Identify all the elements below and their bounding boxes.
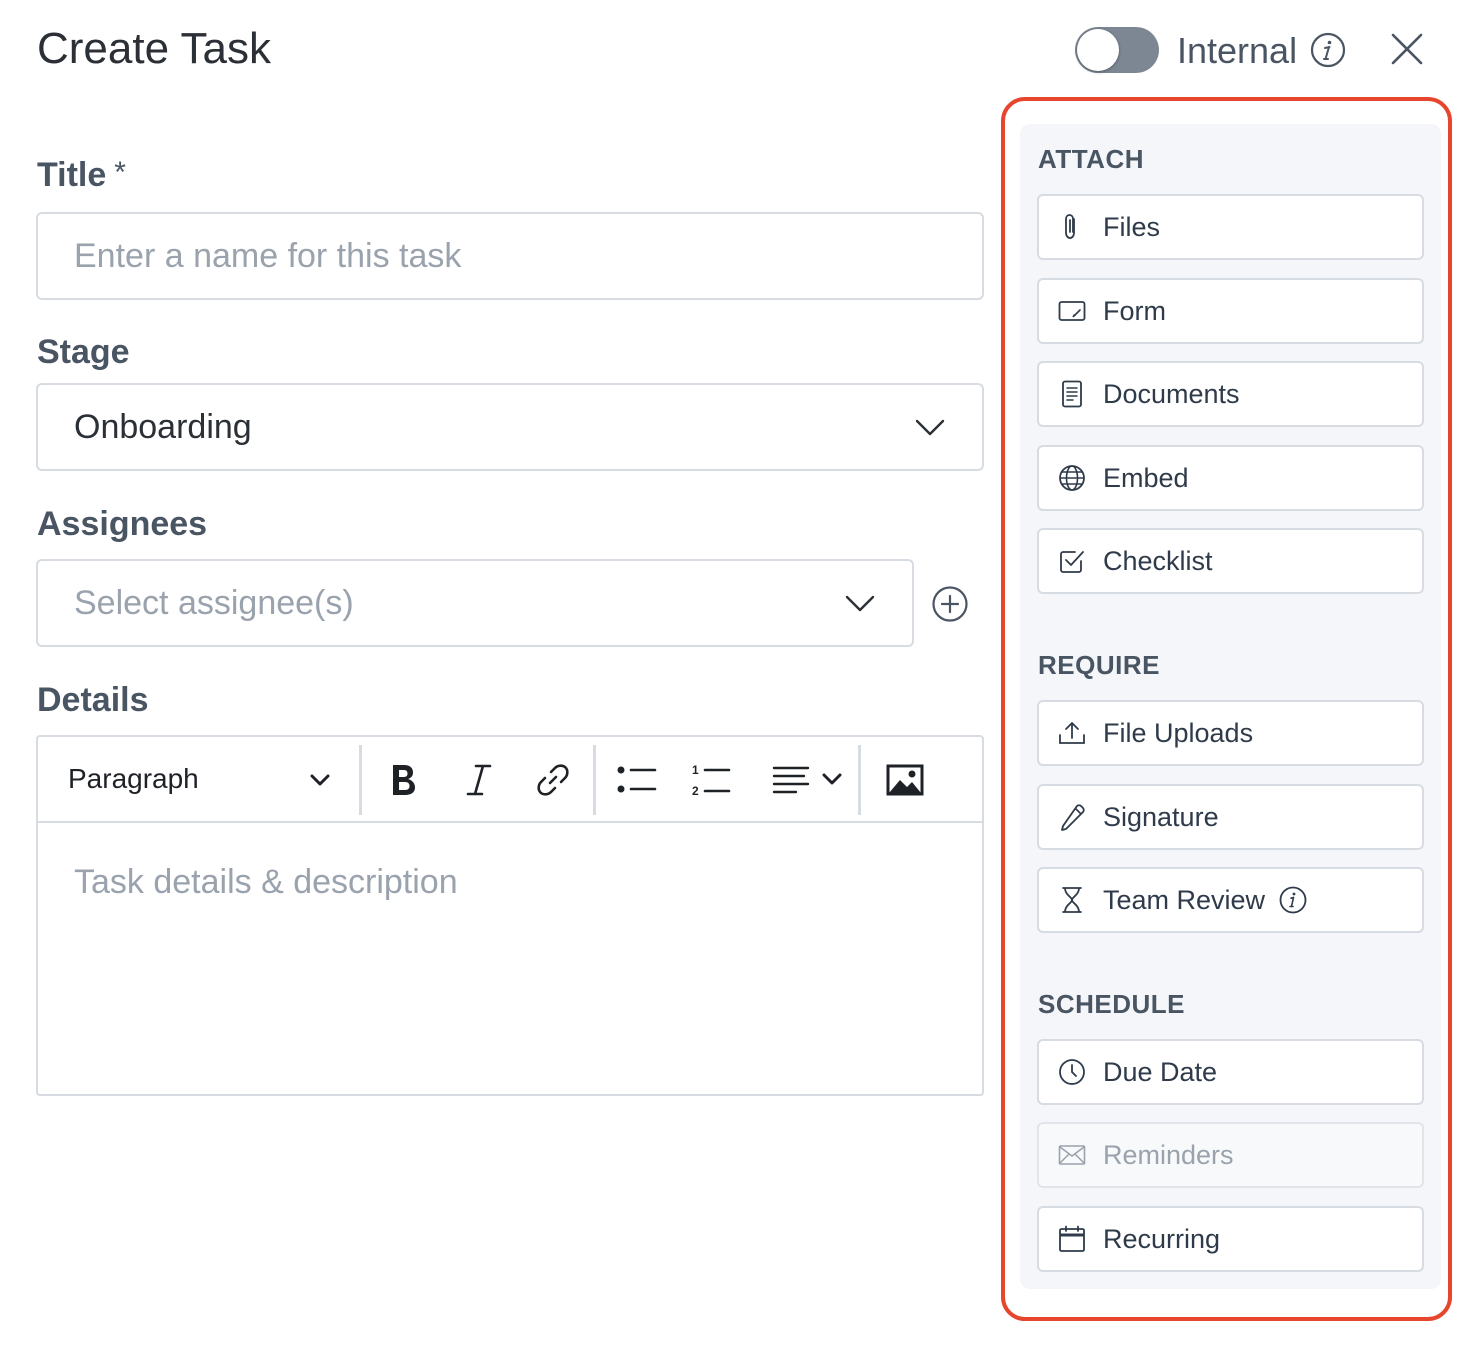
stage-select[interactable]: Onboarding (36, 383, 984, 471)
pen-icon (1057, 802, 1087, 832)
option-label: Checklist (1103, 545, 1213, 576)
option-label: Files (1103, 211, 1161, 242)
editor-toolbar: Paragraph 1 2 (38, 737, 982, 823)
envelope-icon (1057, 1140, 1087, 1170)
option-label: Due Date (1103, 1056, 1218, 1087)
toolbar-divider (593, 745, 596, 815)
link-button[interactable] (528, 757, 578, 803)
image-icon (886, 764, 924, 796)
title-input-placeholder: Enter a name for this task (74, 236, 462, 275)
insert-image-button[interactable] (880, 757, 930, 803)
svg-text:1: 1 (692, 763, 699, 777)
option-label: Recurring (1103, 1223, 1221, 1254)
assignees-select[interactable]: Select assignee(s) (36, 559, 914, 647)
chevron-down-icon (822, 773, 842, 785)
add-assignee-icon[interactable] (931, 585, 969, 623)
align-button[interactable] (764, 757, 850, 803)
attach-files-button[interactable]: Files (1037, 194, 1424, 260)
required-mark: * (114, 156, 126, 189)
info-icon[interactable] (1310, 32, 1346, 68)
link-icon (537, 764, 569, 796)
svg-text:2: 2 (692, 784, 699, 798)
option-label: Documents (1103, 378, 1240, 409)
globe-icon (1057, 463, 1087, 493)
require-team-review-button[interactable]: Team Review (1037, 867, 1424, 933)
page-title: Create Task (37, 24, 271, 73)
attach-documents-button[interactable]: Documents (1037, 361, 1424, 427)
toolbar-divider (359, 745, 362, 815)
option-label: Team Review (1103, 884, 1266, 915)
option-label: Form (1103, 295, 1166, 326)
bullet-list-button[interactable] (612, 757, 662, 803)
option-label: Reminders (1103, 1139, 1234, 1170)
assignees-label: Assignees (37, 505, 208, 543)
hourglass-icon (1057, 885, 1087, 915)
checkbox-icon (1057, 546, 1087, 576)
toolbar-divider (858, 745, 861, 815)
bold-button[interactable] (378, 757, 428, 803)
bold-icon (393, 765, 415, 795)
paperclip-icon (1057, 212, 1087, 242)
details-placeholder: Task details & description (74, 863, 458, 901)
chevron-down-icon[interactable] (310, 774, 330, 787)
title-label-text: Title (37, 156, 107, 194)
require-file-uploads-button[interactable]: File Uploads (1037, 700, 1424, 766)
form-icon (1057, 296, 1087, 326)
italic-button[interactable] (454, 757, 504, 803)
internal-label: Internal (1177, 30, 1298, 71)
schedule-reminders-button[interactable]: Reminders (1037, 1122, 1424, 1188)
upload-icon (1057, 718, 1087, 748)
internal-toggle[interactable] (1075, 27, 1159, 73)
details-label: Details (37, 681, 149, 719)
numbered-list-icon: 1 2 (692, 763, 731, 798)
document-icon (1057, 379, 1087, 409)
close-icon[interactable] (1388, 30, 1426, 68)
block-format-select-label[interactable]: Paragraph (68, 763, 199, 795)
title-input[interactable]: Enter a name for this task (36, 212, 984, 300)
schedule-section-title: SCHEDULE (1038, 989, 1186, 1019)
option-label: File Uploads (1103, 717, 1254, 748)
clock-icon (1057, 1057, 1087, 1087)
attach-form-button[interactable]: Form (1037, 278, 1424, 344)
assignees-select-placeholder: Select assignee(s) (74, 583, 354, 622)
italic-icon (466, 764, 492, 796)
option-label: Embed (1103, 462, 1189, 493)
chevron-down-icon (845, 595, 875, 612)
numbered-list-button[interactable]: 1 2 (686, 757, 736, 803)
details-editor[interactable]: Paragraph 1 2 Task details & description (36, 735, 984, 1096)
stage-select-value: Onboarding (74, 407, 252, 446)
toggle-knob (1077, 29, 1119, 71)
option-label: Signature (1103, 801, 1219, 832)
schedule-recurring-button[interactable]: Recurring (1037, 1206, 1424, 1272)
require-signature-button[interactable]: Signature (1037, 784, 1424, 850)
require-section-title: REQUIRE (1038, 650, 1160, 680)
align-icon (772, 766, 810, 794)
stage-label: Stage (37, 333, 130, 371)
bullet-list-icon (617, 766, 657, 793)
attach-checklist-button[interactable]: Checklist (1037, 528, 1424, 594)
info-icon[interactable] (1279, 886, 1307, 914)
title-label: Title * (37, 156, 126, 195)
attach-section-title: ATTACH (1038, 144, 1145, 174)
chevron-down-icon (915, 419, 945, 436)
attach-embed-button[interactable]: Embed (1037, 445, 1424, 511)
schedule-due-date-button[interactable]: Due Date (1037, 1039, 1424, 1105)
calendar-icon (1057, 1224, 1087, 1254)
